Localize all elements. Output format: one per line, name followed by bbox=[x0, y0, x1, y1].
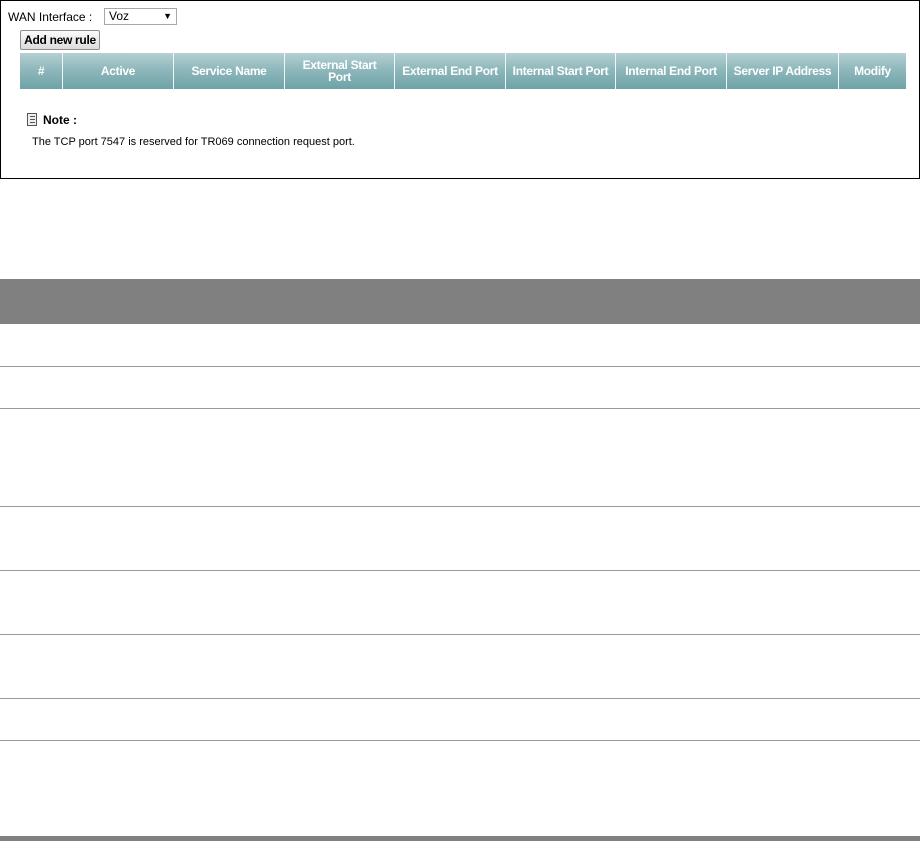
col-external-start-port: External Start Port bbox=[285, 53, 395, 89]
col-active: Active bbox=[63, 53, 174, 89]
note-title: Note : bbox=[43, 113, 77, 127]
table-row bbox=[0, 367, 920, 409]
wan-interface-select[interactable]: Voz ▼ bbox=[104, 8, 177, 25]
col-internal-end-port: Internal End Port bbox=[616, 53, 727, 89]
add-new-rule-button[interactable]: Add new rule bbox=[20, 30, 100, 50]
note-text: The TCP port 7547 is reserved for TR069 … bbox=[32, 136, 355, 148]
table-row bbox=[0, 699, 920, 741]
table-row bbox=[0, 324, 920, 367]
description-table bbox=[0, 279, 920, 741]
table-row bbox=[0, 507, 920, 571]
col-service-name: Service Name bbox=[174, 53, 285, 89]
description-table-header bbox=[0, 279, 920, 324]
col-internal-start-port: Internal Start Port bbox=[506, 53, 616, 89]
dropdown-arrow-icon: ▼ bbox=[163, 11, 172, 21]
col-number: # bbox=[20, 53, 63, 89]
table-bottom-border bbox=[0, 836, 920, 841]
port-forwarding-panel: WAN Interface : Voz ▼ Add new rule # Act… bbox=[0, 0, 920, 179]
table-row bbox=[0, 635, 920, 699]
col-server-ip-address: Server IP Address bbox=[727, 53, 839, 89]
wan-interface-label: WAN Interface : bbox=[8, 10, 93, 24]
wan-interface-value: Voz bbox=[109, 9, 130, 23]
table-row bbox=[0, 571, 920, 635]
col-modify: Modify bbox=[839, 53, 906, 89]
rules-table-header: # Active Service Name External Start Por… bbox=[20, 53, 906, 89]
col-external-end-port: External End Port bbox=[395, 53, 506, 89]
table-row bbox=[0, 409, 920, 507]
note-icon bbox=[27, 113, 37, 126]
